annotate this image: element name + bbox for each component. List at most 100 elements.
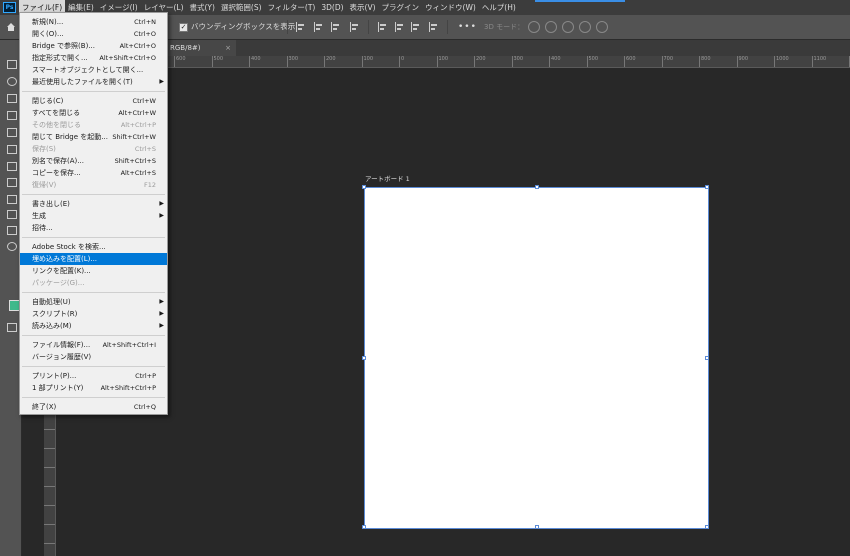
type-tool-icon[interactable] [7, 210, 17, 219]
file-menu-item[interactable]: リンクを配置(K)... [20, 265, 167, 277]
magic-wand-tool-icon[interactable] [7, 94, 17, 103]
transform-handle[interactable] [535, 185, 539, 189]
file-menu-item[interactable]: スクリプト(R) ▶ [20, 308, 167, 320]
file-menu-item[interactable]: 自動処理(U) ▶ [20, 296, 167, 308]
pen-tool-icon[interactable] [7, 195, 17, 204]
distribute-horizontal-icon[interactable] [429, 22, 438, 32]
file-menu-dropdown: 新規(N)... Ctrl+N 開く(O)... Ctrl+O Bridge で参照(B… [19, 12, 168, 415]
ruler-tick [44, 467, 55, 468]
align-top-edges-icon[interactable] [378, 22, 387, 32]
file-menu-item-shortcut: Alt+Shift+Ctrl+I [102, 341, 156, 349]
zoom-tool-icon[interactable] [7, 242, 17, 251]
close-tab-icon[interactable]: × [225, 40, 231, 56]
file-menu-item[interactable]: プリント(P)... Ctrl+P [20, 370, 167, 382]
file-menu-item[interactable]: 読み込み(M) ▶ [20, 320, 167, 332]
stamp-tool-icon[interactable] [7, 145, 17, 154]
menu-9[interactable]: プラグイン [379, 0, 423, 15]
file-menu-item[interactable]: コピーを保存... Alt+Ctrl+S [20, 167, 167, 179]
menu-11[interactable]: ヘルプ(H) [479, 0, 519, 15]
ruler-tick-label: 300 [286, 56, 298, 67]
ruler-tick [44, 448, 55, 449]
distribute-vertical-icon[interactable] [350, 22, 359, 32]
align-left-edges-icon[interactable] [296, 22, 305, 32]
brush-tool-icon[interactable] [7, 162, 17, 171]
file-menu-item[interactable]: 書き出し(E) ▶ [20, 198, 167, 210]
file-menu-item[interactable]: 1 部プリント(Y) Alt+Shift+Ctrl+P [20, 382, 167, 394]
orbit-3d-icon[interactable] [528, 21, 540, 33]
transform-handle[interactable] [705, 185, 709, 189]
file-menu-item[interactable]: 閉じて Bridge を起動... Shift+Ctrl+W [20, 131, 167, 143]
file-menu-item[interactable]: 新規(N)... Ctrl+N [20, 16, 167, 28]
ruler-tick-label: 100 [436, 56, 448, 67]
lasso-tool-icon[interactable] [7, 77, 17, 86]
align-vertical-centers-icon[interactable] [395, 22, 404, 32]
file-menu-item[interactable]: 開く(O)... Ctrl+O [20, 28, 167, 40]
artboard[interactable] [362, 185, 709, 529]
file-menu-item[interactable]: Bridge で参照(B)... Alt+Ctrl+O [20, 40, 167, 52]
file-menu-item[interactable]: 生成 ▶ [20, 210, 167, 222]
ruler-tick-label: 400 [549, 56, 561, 67]
file-menu-item: 復帰(V) F12 [20, 179, 167, 191]
file-menu-item-label: 指定形式で開く... [32, 54, 88, 62]
frame-tool-icon[interactable] [7, 111, 17, 120]
file-menu-item-label: 復帰(V) [32, 181, 57, 189]
file-menu-item[interactable]: 閉じる(C) Ctrl+W [20, 95, 167, 107]
file-menu-item[interactable]: ファイル情報(F)... Alt+Shift+Ctrl+I [20, 339, 167, 351]
ruler-tick-label: 400 [249, 56, 261, 67]
file-menu-item[interactable]: 別名で保存(A)... Shift+Ctrl+S [20, 155, 167, 167]
options-separator [287, 20, 288, 34]
file-menu-item[interactable]: バージョン履歴(V) [20, 351, 167, 363]
menu-7[interactable]: 3D(D) [318, 0, 346, 15]
drag-3d-icon[interactable] [562, 21, 574, 33]
more-options-icon[interactable]: ••• [458, 22, 477, 32]
file-menu-item[interactable]: スマートオブジェクトとして開く... [20, 64, 167, 76]
transform-handle[interactable] [362, 185, 366, 189]
show-bounding-box-checkbox[interactable]: ✓ [179, 23, 188, 32]
align-bottom-edges-icon[interactable] [411, 22, 420, 32]
options-separator [368, 20, 369, 34]
file-menu-item[interactable]: すべてを閉じる Alt+Ctrl+W [20, 107, 167, 119]
file-menu-item-shortcut: Ctrl+S [134, 145, 156, 153]
transform-handle[interactable] [705, 356, 709, 360]
file-menu-item-shortcut: Alt+Shift+Ctrl+O [99, 54, 156, 62]
healing-brush-tool-icon[interactable] [7, 128, 17, 137]
file-menu-item-label: 埋め込みを配置(L)... [32, 255, 98, 263]
file-menu-item[interactable]: 最近使用したファイルを開く(T) ▶ [20, 76, 167, 88]
document-tab[interactable]: RGB/8#) × [166, 40, 236, 56]
file-menu-item-label: 開く(O)... [32, 30, 64, 38]
transform-handle[interactable] [362, 356, 366, 360]
transform-handle[interactable] [362, 525, 366, 529]
file-menu-item-label: パッケージ(G)... [32, 279, 85, 287]
file-menu-item[interactable]: 指定形式で開く... Alt+Shift+Ctrl+O [20, 52, 167, 64]
menu-10[interactable]: ウィンドウ(W) [422, 0, 479, 15]
file-menu-item-label: Bridge で参照(B)... [32, 42, 95, 50]
file-menu-item-shortcut: Shift+Ctrl+S [114, 157, 156, 165]
menu-4[interactable]: 書式(Y) [187, 0, 218, 15]
quick-mask-icon[interactable] [7, 323, 17, 332]
file-menu-item[interactable]: 終了(X) Ctrl+Q [20, 401, 167, 413]
accent-strip [535, 0, 625, 2]
menu-6[interactable]: フィルター(T) [265, 0, 319, 15]
ruler-tick-label: 1000 [774, 56, 789, 67]
artboard-tool-icon[interactable] [7, 60, 17, 69]
ruler-tick-label: 900 [736, 56, 748, 67]
align-horizontal-centers-icon[interactable] [314, 22, 323, 32]
file-menu-item-shortcut: Alt+Ctrl+O [119, 42, 156, 50]
roll-3d-icon[interactable] [545, 21, 557, 33]
transform-handle[interactable] [705, 525, 709, 529]
home-icon[interactable] [6, 22, 16, 32]
file-menu-item-label: 自動処理(U) [32, 298, 71, 306]
menu-8[interactable]: 表示(V) [347, 0, 379, 15]
align-right-edges-icon[interactable] [331, 22, 340, 32]
artboard-label[interactable]: アートボード 1 [365, 175, 410, 183]
scale-3d-icon[interactable] [596, 21, 608, 33]
ruler-tick-label: 300 [511, 56, 523, 67]
transform-handle[interactable] [535, 525, 539, 529]
file-menu-item[interactable]: Adobe Stock を検索... [20, 241, 167, 253]
eraser-tool-icon[interactable] [7, 178, 17, 187]
slide-3d-icon[interactable] [579, 21, 591, 33]
file-menu-item[interactable]: 招待... [20, 222, 167, 234]
menu-5[interactable]: 選択範囲(S) [218, 0, 265, 15]
file-menu-item[interactable]: 埋め込みを配置(L)... [20, 253, 167, 265]
rectangle-tool-icon[interactable] [7, 226, 17, 235]
